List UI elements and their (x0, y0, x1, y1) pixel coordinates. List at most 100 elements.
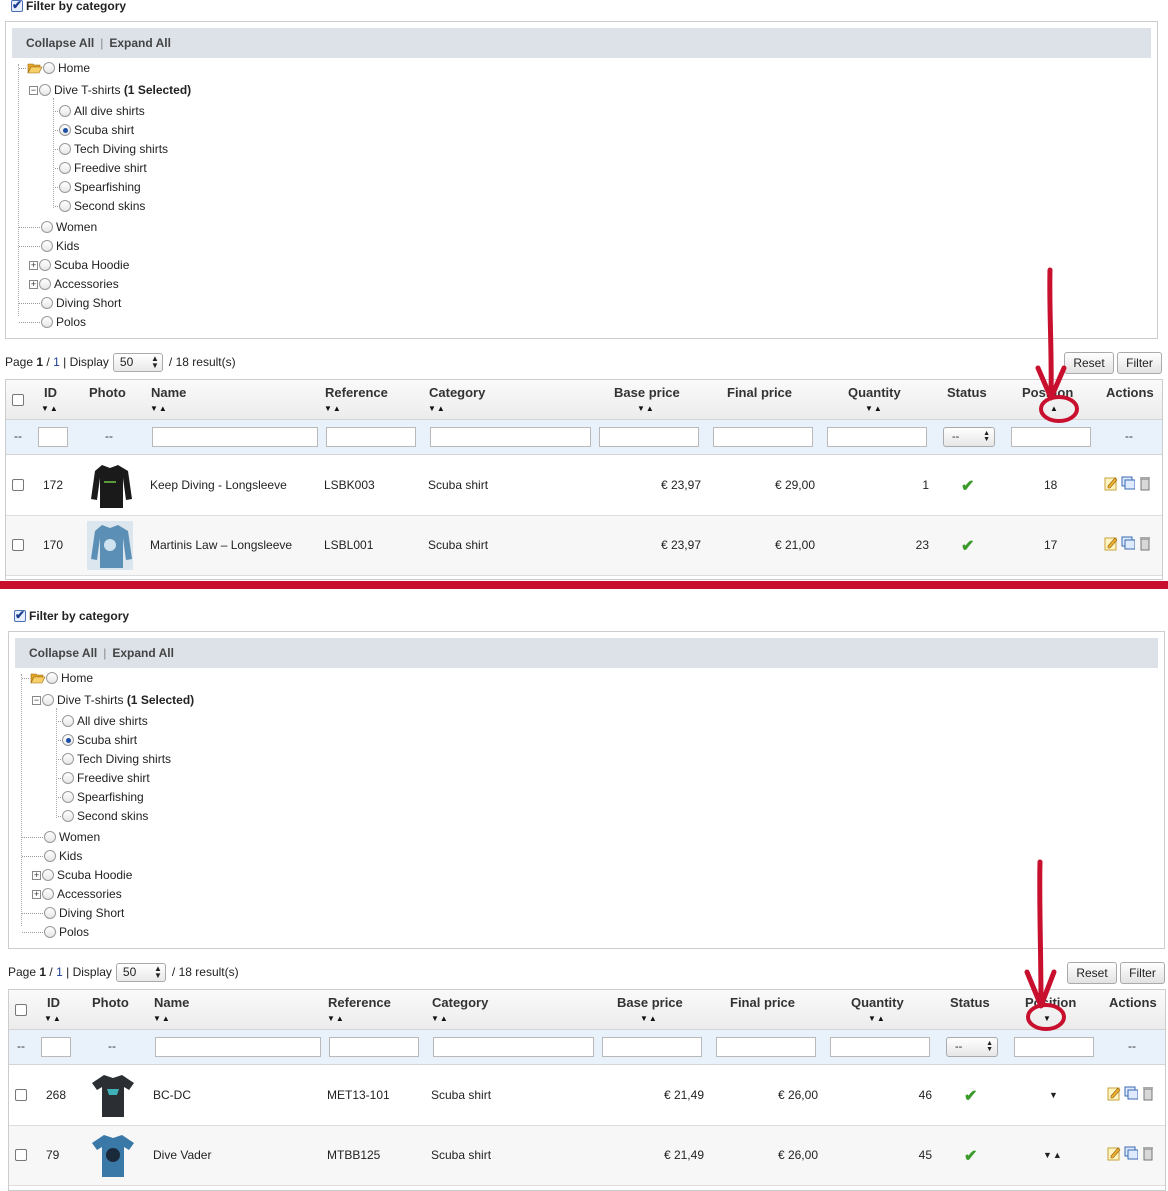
duplicate-icon[interactable] (1121, 475, 1135, 491)
tree-radio[interactable] (39, 259, 51, 271)
sort-quantity-icon[interactable]: ▼▲ (865, 404, 883, 413)
tree-node-top[interactable]: + Scuba Hoodie (32, 866, 132, 884)
reset-button[interactable]: Reset (1064, 352, 1114, 374)
total-pages-link[interactable]: 1 (53, 355, 60, 369)
tree-node-top[interactable]: Women (19, 218, 97, 236)
move-down-icon[interactable]: ▼ (1049, 1090, 1058, 1100)
tree-radio[interactable] (41, 221, 53, 233)
table-row[interactable]: 172 Keep Diving - Longsleeve LSBK003 Scu… (6, 456, 1162, 516)
tree-node-top[interactable]: + Accessories (32, 885, 122, 903)
tree-node-child[interactable]: Freedive shirt (55, 159, 147, 177)
expand-toggle-icon[interactable]: + (32, 870, 41, 880)
row-checkbox[interactable] (12, 539, 24, 551)
tree-radio[interactable] (41, 316, 53, 328)
sort-name-icon[interactable]: ▼▲ (150, 404, 168, 413)
quantity-filter-input[interactable] (830, 1037, 930, 1057)
status-enabled-icon[interactable]: ✔ (964, 1146, 977, 1166)
category-filter-input[interactable] (433, 1037, 594, 1057)
status-enabled-icon[interactable]: ✔ (961, 476, 974, 496)
tree-radio[interactable] (62, 715, 74, 727)
status-filter-select[interactable]: -- ▲ ▼ (943, 427, 995, 447)
table-row[interactable]: 268 BC-DC MET13-101 Scuba shirt € 21,49 … (9, 1066, 1165, 1126)
tree-node-child[interactable]: Scuba shirt (58, 731, 137, 749)
base-price-filter-input[interactable] (599, 427, 699, 447)
per-page-select[interactable]: 50 ▲ ▼ (115, 962, 166, 982)
expand-toggle-icon[interactable]: + (32, 889, 41, 899)
move-up-down-icon[interactable]: ▼▲ (1043, 1150, 1063, 1160)
tree-radio[interactable] (59, 105, 71, 117)
name-filter-input[interactable] (155, 1037, 321, 1057)
delete-icon[interactable] (1138, 535, 1152, 551)
table-row[interactable]: 79 Dive Vader MTBB125 Scuba shirt € 21,4… (9, 1126, 1165, 1186)
collapse-all-link[interactable]: Collapse All (26, 36, 94, 50)
tree-node-child[interactable]: Tech Diving shirts (58, 750, 171, 768)
tree-node-child[interactable]: Spearfishing (55, 178, 141, 196)
tree-node-child[interactable]: Tech Diving shirts (55, 140, 168, 158)
tree-node-child[interactable]: Freedive shirt (58, 769, 150, 787)
tree-radio[interactable] (44, 831, 56, 843)
expand-all-link[interactable]: Expand All (109, 36, 171, 50)
expand-all-link[interactable]: Expand All (112, 646, 174, 660)
tree-radio[interactable] (42, 694, 54, 706)
row-checkbox[interactable] (15, 1089, 27, 1101)
name-filter-input[interactable] (152, 427, 318, 447)
tree-radio[interactable] (59, 181, 71, 193)
filter-by-category[interactable]: Filter by category (14, 608, 129, 624)
filter-by-category[interactable]: Filter by category (11, 0, 126, 14)
sort-name-icon[interactable]: ▼▲ (153, 1014, 171, 1023)
tree-node-top[interactable]: Kids (22, 847, 82, 865)
collapse-toggle-icon[interactable]: − (32, 695, 41, 705)
collapse-all-link[interactable]: Collapse All (29, 646, 97, 660)
edit-icon[interactable] (1107, 1145, 1121, 1161)
position-filter-input[interactable] (1011, 427, 1091, 447)
sort-reference-icon[interactable]: ▼▲ (327, 1014, 345, 1023)
table-row[interactable]: 170 Martinis Law – Longsleeve LSBL001 Sc… (6, 516, 1162, 576)
tree-radio[interactable] (39, 278, 51, 290)
tree-node-child[interactable]: All dive shirts (55, 102, 145, 120)
delete-icon[interactable] (1138, 475, 1152, 491)
tree-node-top[interactable]: + Accessories (29, 275, 119, 293)
collapse-toggle-icon[interactable]: − (29, 85, 38, 95)
filter-checkbox[interactable] (14, 608, 26, 622)
tree-node-top[interactable]: Kids (19, 237, 79, 255)
per-page-select[interactable]: 50 ▲ ▼ (112, 352, 163, 372)
expand-toggle-icon[interactable]: + (29, 260, 38, 270)
sort-quantity-icon[interactable]: ▼▲ (868, 1014, 886, 1023)
tree-radio[interactable] (42, 888, 54, 900)
final-price-filter-input[interactable] (713, 427, 813, 447)
delete-icon[interactable] (1141, 1145, 1155, 1161)
tree-node-child[interactable]: All dive shirts (58, 712, 148, 730)
sort-reference-icon[interactable]: ▼▲ (324, 404, 342, 413)
tree-node-top[interactable]: Diving Short (22, 904, 124, 922)
sort-category-icon[interactable]: ▼▲ (431, 1014, 449, 1023)
tree-node-child[interactable]: Second skins (58, 807, 148, 825)
tree-radio[interactable] (62, 791, 74, 803)
tree-node-top[interactable]: + Scuba Hoodie (29, 256, 129, 274)
sort-id-icon[interactable]: ▼▲ (44, 1014, 62, 1023)
tree-node-top[interactable]: Polos (19, 313, 86, 331)
duplicate-icon[interactable] (1124, 1145, 1138, 1161)
tree-radio[interactable] (43, 62, 55, 74)
status-enabled-icon[interactable]: ✔ (964, 1086, 977, 1106)
sort-position-asc-icon[interactable]: ▲ (1050, 404, 1059, 413)
edit-icon[interactable] (1104, 535, 1118, 551)
tree-radio-selected[interactable] (62, 734, 74, 746)
tree-radio[interactable] (59, 162, 71, 174)
tree-radio-selected[interactable] (59, 124, 71, 136)
filter-button[interactable]: Filter (1117, 352, 1162, 374)
tree-radio[interactable] (62, 772, 74, 784)
tree-radio[interactable] (44, 907, 56, 919)
tree-radio[interactable] (41, 297, 53, 309)
tree-node-home[interactable]: Home (22, 669, 93, 687)
tree-radio[interactable] (42, 869, 54, 881)
category-filter-input[interactable] (430, 427, 591, 447)
reset-button[interactable]: Reset (1067, 962, 1117, 984)
sort-id-icon[interactable]: ▼▲ (41, 404, 59, 413)
edit-icon[interactable] (1104, 475, 1118, 491)
id-filter-input[interactable] (38, 427, 68, 447)
sort-category-icon[interactable]: ▼▲ (428, 404, 446, 413)
tree-radio[interactable] (62, 753, 74, 765)
tree-radio[interactable] (44, 850, 56, 862)
sort-base-price-icon[interactable]: ▼▲ (640, 1014, 658, 1023)
filter-checkbox[interactable] (11, 0, 23, 12)
